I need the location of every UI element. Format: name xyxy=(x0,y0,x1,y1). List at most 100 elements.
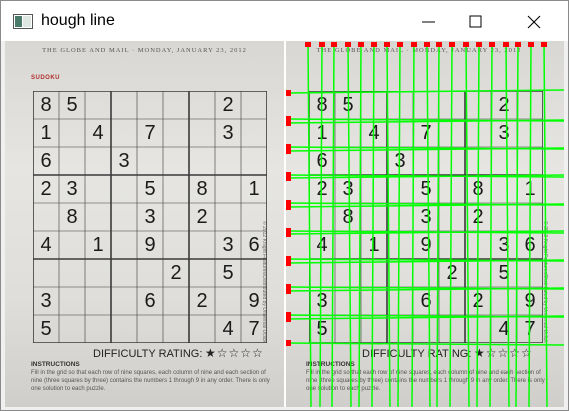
line-endpoint-marker xyxy=(397,42,403,47)
hough-line xyxy=(358,42,362,407)
sudoku-digit: 3 xyxy=(118,150,130,172)
close-icon xyxy=(527,15,541,29)
sudoku-digit: 3 xyxy=(40,290,52,312)
hough-line xyxy=(436,42,440,407)
line-endpoint-marker xyxy=(286,90,291,96)
line-endpoint-marker xyxy=(358,42,364,47)
minimize-button[interactable] xyxy=(406,1,452,41)
line-endpoint-marker xyxy=(541,42,547,47)
sudoku-digit: 5 xyxy=(40,318,52,340)
line-endpoint-marker xyxy=(286,148,291,154)
hough-line xyxy=(465,42,470,407)
hough-line xyxy=(286,342,564,346)
line-endpoint-marker xyxy=(503,42,509,47)
app-icon xyxy=(13,14,33,29)
sudoku-digit: 5 xyxy=(222,262,234,284)
line-endpoint-marker xyxy=(286,231,291,237)
hough-line xyxy=(476,42,480,407)
sudoku-digit: 6 xyxy=(40,150,52,172)
maximize-button[interactable] xyxy=(453,1,499,41)
difficulty-stars: ★☆☆☆☆ xyxy=(205,346,264,360)
hough-line xyxy=(411,42,415,407)
sudoku-digit: 3 xyxy=(66,178,78,200)
line-endpoint-marker xyxy=(286,120,291,126)
sudoku-digit: 3 xyxy=(144,206,156,228)
sudoku-digit: 2 xyxy=(170,262,182,284)
line-endpoint-marker xyxy=(411,42,417,47)
sudoku-digit: 5 xyxy=(66,94,78,116)
newspaper-header: THE GLOBE AND MAIL · MONDAY, JANUARY 23,… xyxy=(42,47,247,54)
section-tag: SUDOKU xyxy=(31,75,61,81)
window-title: hough line xyxy=(41,12,115,29)
hough-line xyxy=(543,42,548,407)
hough-line xyxy=(307,42,312,407)
sudoku-digit: 2 xyxy=(40,178,52,200)
line-endpoint-marker xyxy=(286,316,291,322)
line-endpoint-marker xyxy=(515,42,521,47)
sudoku-grid: 8521473632358183241936253629547 xyxy=(32,90,268,344)
instructions-text: Fill in the grid so that each row of nin… xyxy=(31,370,270,392)
instructions-heading: INSTRUCTIONS xyxy=(31,361,80,368)
hough-line xyxy=(528,42,532,407)
line-endpoint-marker xyxy=(371,42,377,47)
sudoku-digit: 8 xyxy=(40,94,52,116)
close-button[interactable] xyxy=(511,1,557,41)
sudoku-digit: 3 xyxy=(222,122,234,144)
sudoku-digit: 2 xyxy=(222,94,234,116)
hough-result-image: THE GLOBE AND MAIL · MONDAY, JANUARY 23,… xyxy=(286,41,564,407)
hough-line xyxy=(449,42,453,407)
sudoku-digit: 3 xyxy=(222,234,234,256)
line-endpoint-marker xyxy=(286,204,291,210)
sudoku-digit: 2 xyxy=(196,206,208,228)
sudoku-digit: 9 xyxy=(248,290,260,312)
maximize-icon xyxy=(469,15,482,28)
hough-line xyxy=(489,42,493,407)
hough-line xyxy=(347,42,352,407)
line-endpoint-marker xyxy=(286,260,291,266)
sudoku-digit: 1 xyxy=(40,122,52,144)
hough-line xyxy=(331,42,335,407)
hough-line xyxy=(286,89,564,94)
line-endpoint-marker xyxy=(424,42,430,47)
sudoku-digit: 1 xyxy=(248,178,260,200)
hough-lines-overlay xyxy=(286,42,564,407)
sudoku-digit: 7 xyxy=(248,318,260,340)
sudoku-digit: 8 xyxy=(66,206,78,228)
hough-line xyxy=(515,42,519,407)
sudoku-digit: 4 xyxy=(40,234,52,256)
line-endpoint-marker xyxy=(528,42,534,47)
hough-line xyxy=(319,42,323,407)
sudoku-digit: 8 xyxy=(196,178,208,200)
line-endpoint-marker xyxy=(286,340,291,346)
difficulty-rating-label: DIFFICULTY RATING: xyxy=(93,348,203,360)
sudoku-digit: 6 xyxy=(144,290,156,312)
sudoku-digit: 7 xyxy=(144,122,156,144)
sudoku-digit: 2 xyxy=(196,290,208,312)
line-endpoint-marker xyxy=(449,42,455,47)
line-endpoint-marker xyxy=(319,42,325,47)
line-endpoint-marker xyxy=(384,42,390,47)
line-endpoint-marker xyxy=(286,175,291,181)
app-window: hough line THE GLOBE AND MAIL · MONDAY, … xyxy=(0,0,569,411)
hough-line xyxy=(371,42,375,407)
line-endpoint-marker xyxy=(489,42,495,47)
image-canvas: THE GLOBE AND MAIL · MONDAY, JANUARY 23,… xyxy=(5,41,564,407)
line-endpoint-marker xyxy=(345,42,351,47)
title-bar: hough line xyxy=(1,1,568,41)
sudoku-digit: 6 xyxy=(248,234,260,256)
hough-line xyxy=(505,42,510,407)
line-endpoint-marker xyxy=(331,42,337,47)
hough-line xyxy=(386,42,391,407)
line-endpoint-marker xyxy=(286,288,291,294)
original-image: THE GLOBE AND MAIL · MONDAY, JANUARY 23,… xyxy=(5,41,284,407)
sudoku-digit: 4 xyxy=(222,318,234,340)
line-endpoint-marker xyxy=(463,42,469,47)
line-endpoint-marker xyxy=(436,42,442,47)
minimize-icon xyxy=(422,21,435,23)
line-endpoint-marker xyxy=(476,42,482,47)
sudoku-digit: 1 xyxy=(92,234,104,256)
line-endpoint-marker xyxy=(305,42,311,47)
sudoku-digit: 4 xyxy=(92,122,104,144)
hough-line xyxy=(397,42,401,407)
hough-line xyxy=(426,42,431,407)
